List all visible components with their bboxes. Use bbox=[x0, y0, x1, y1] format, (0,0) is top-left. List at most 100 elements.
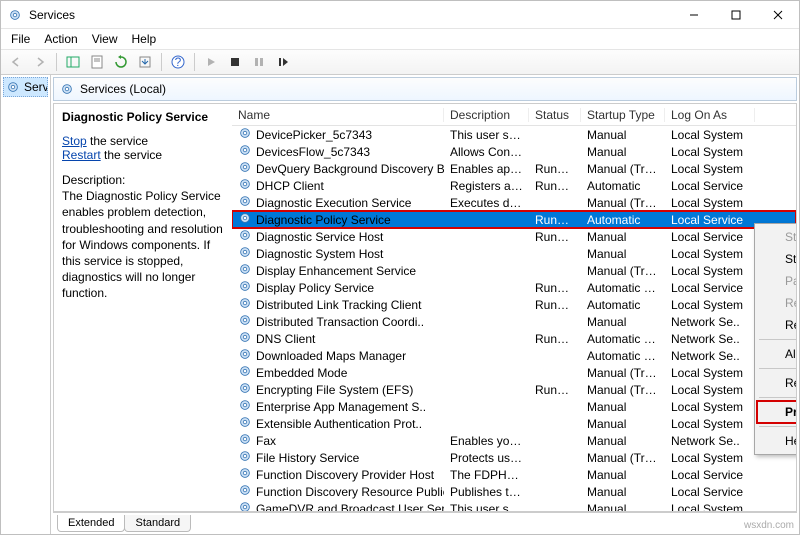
table-row[interactable]: DevQuery Background Discovery BrokerEnab… bbox=[232, 160, 796, 177]
service-status: Running bbox=[529, 281, 581, 295]
close-button[interactable] bbox=[757, 1, 799, 28]
service-name: Function Discovery Resource Publication bbox=[256, 485, 444, 499]
table-row[interactable]: DNS ClientRunningAutomatic (Tri..Network… bbox=[232, 330, 796, 347]
table-row[interactable]: Diagnostic Service HostRunningManualLoca… bbox=[232, 228, 796, 245]
table-row[interactable]: Embedded ModeManual (Trigg..Local System bbox=[232, 364, 796, 381]
table-row[interactable]: Diagnostic Execution ServiceExecutes dia… bbox=[232, 194, 796, 211]
detail-title: Diagnostic Policy Service bbox=[62, 110, 224, 124]
stop-link[interactable]: Stop bbox=[62, 134, 87, 148]
nav-services-local[interactable]: Services (Local bbox=[3, 77, 48, 97]
gear-icon bbox=[238, 398, 252, 415]
properties-button[interactable] bbox=[86, 51, 108, 73]
pause-service-button[interactable] bbox=[248, 51, 270, 73]
table-row[interactable]: DevicesFlow_5c7343Allows Connect..Manual… bbox=[232, 143, 796, 160]
service-startup: Automatic (Tri.. bbox=[581, 332, 665, 346]
table-row[interactable]: DevicePicker_5c7343This user servic..Man… bbox=[232, 126, 796, 143]
service-startup: Manual (Trigg.. bbox=[581, 451, 665, 465]
col-status[interactable]: Status bbox=[529, 108, 581, 122]
service-startup: Manual bbox=[581, 145, 665, 159]
ctx-stop[interactable]: Stop bbox=[757, 248, 796, 270]
menu-action[interactable]: Action bbox=[38, 30, 83, 48]
stop-service-button[interactable] bbox=[224, 51, 246, 73]
table-row[interactable]: Function Discovery Resource PublicationP… bbox=[232, 483, 796, 500]
service-startup: Manual (Trigg.. bbox=[581, 366, 665, 380]
table-row[interactable]: Encrypting File System (EFS)RunningManua… bbox=[232, 381, 796, 398]
table-row[interactable]: FaxEnables you to ..ManualNetwork Se.. bbox=[232, 432, 796, 449]
table-row[interactable]: Distributed Transaction Coordi..ManualNe… bbox=[232, 313, 796, 330]
ctx-properties[interactable]: Properties bbox=[757, 401, 796, 423]
col-logon[interactable]: Log On As bbox=[665, 108, 755, 122]
gear-icon bbox=[238, 466, 252, 483]
service-name: File History Service bbox=[256, 451, 359, 465]
refresh-button[interactable] bbox=[110, 51, 132, 73]
service-name: Function Discovery Provider Host bbox=[256, 468, 434, 482]
service-desc: Allows Connect.. bbox=[444, 145, 529, 159]
gear-icon bbox=[238, 432, 252, 449]
restart-link[interactable]: Restart bbox=[62, 148, 101, 162]
ctx-start: Start bbox=[757, 226, 796, 248]
service-startup: Automatic bbox=[581, 298, 665, 312]
tab-extended[interactable]: Extended bbox=[57, 515, 125, 532]
show-hide-tree-button[interactable] bbox=[62, 51, 84, 73]
table-row[interactable]: Diagnostic Policy ServiceRunningAutomati… bbox=[232, 211, 796, 228]
export-button[interactable] bbox=[134, 51, 156, 73]
table-row[interactable]: Downloaded Maps ManagerAutomatic (De..Ne… bbox=[232, 347, 796, 364]
service-status: Running bbox=[529, 213, 581, 227]
menu-view[interactable]: View bbox=[86, 30, 124, 48]
service-startup: Automatic (De.. bbox=[581, 349, 665, 363]
table-row[interactable]: Display Policy ServiceRunningAutomatic (… bbox=[232, 279, 796, 296]
col-name[interactable]: Name bbox=[232, 108, 444, 122]
context-menu-sep bbox=[759, 368, 796, 369]
table-row[interactable]: File History ServiceProtects user fil..M… bbox=[232, 449, 796, 466]
stop-suffix: the service bbox=[87, 134, 148, 148]
help-button[interactable]: ? bbox=[167, 51, 189, 73]
col-startup[interactable]: Startup Type bbox=[581, 108, 665, 122]
menu-help[interactable]: Help bbox=[126, 30, 163, 48]
service-name: Diagnostic System Host bbox=[256, 247, 383, 261]
forward-button[interactable] bbox=[29, 51, 51, 73]
service-name: DNS Client bbox=[256, 332, 315, 346]
service-startup: Manual bbox=[581, 128, 665, 142]
service-name: Display Enhancement Service bbox=[256, 264, 416, 278]
gear-icon bbox=[238, 415, 252, 432]
service-list[interactable]: Name Description Status Startup Type Log… bbox=[232, 104, 796, 511]
gear-icon bbox=[238, 364, 252, 381]
table-row[interactable]: Extensible Authentication Prot..ManualLo… bbox=[232, 415, 796, 432]
col-description[interactable]: Description bbox=[444, 108, 529, 122]
service-status: Running bbox=[529, 179, 581, 193]
maximize-button[interactable] bbox=[715, 1, 757, 28]
back-button[interactable] bbox=[5, 51, 27, 73]
table-row[interactable]: GameDVR and Broadcast User Service_5c73.… bbox=[232, 500, 796, 511]
gear-icon bbox=[238, 381, 252, 398]
service-logon: Local Service bbox=[665, 485, 755, 499]
nav-label: Services (Local bbox=[24, 80, 48, 94]
service-startup: Automatic bbox=[581, 179, 665, 193]
ctx-help[interactable]: Help bbox=[757, 430, 796, 452]
table-row[interactable]: Display Enhancement ServiceManual (Trigg… bbox=[232, 262, 796, 279]
ctx-restart[interactable]: Restart bbox=[757, 314, 796, 336]
detail-desc-text: The Diagnostic Policy Service enables pr… bbox=[62, 188, 224, 301]
service-name: Embedded Mode bbox=[256, 366, 347, 380]
service-logon: Local System bbox=[665, 502, 755, 512]
table-row[interactable]: Diagnostic System HostManualLocal System bbox=[232, 245, 796, 262]
table-row[interactable]: Distributed Link Tracking ClientRunningA… bbox=[232, 296, 796, 313]
service-logon: Local System bbox=[665, 196, 755, 210]
start-service-button[interactable] bbox=[200, 51, 222, 73]
gear-icon bbox=[238, 228, 252, 245]
detail-stop-line: Stop the service bbox=[62, 134, 224, 148]
service-logon: Local System bbox=[665, 128, 755, 142]
minimize-button[interactable] bbox=[673, 1, 715, 28]
menu-file[interactable]: File bbox=[5, 30, 36, 48]
restart-service-button[interactable] bbox=[272, 51, 294, 73]
ctx-alltasks[interactable]: All Tasks▸ bbox=[757, 343, 796, 365]
service-startup: Manual bbox=[581, 417, 665, 431]
table-row[interactable]: Function Discovery Provider HostThe FDPH… bbox=[232, 466, 796, 483]
ctx-refresh[interactable]: Refresh bbox=[757, 372, 796, 394]
detail-desc-label: Description: bbox=[62, 172, 224, 188]
table-row[interactable]: Enterprise App Management S..ManualLocal… bbox=[232, 398, 796, 415]
table-row[interactable]: DHCP ClientRegisters and u..RunningAutom… bbox=[232, 177, 796, 194]
gear-icon bbox=[238, 245, 252, 262]
service-logon: Local System bbox=[665, 383, 755, 397]
service-logon: Local Service bbox=[665, 281, 755, 295]
tab-standard[interactable]: Standard bbox=[124, 515, 191, 532]
